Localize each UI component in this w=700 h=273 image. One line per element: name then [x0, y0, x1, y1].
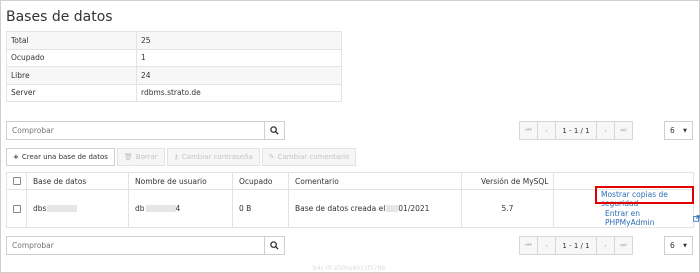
last-page-button[interactable]: ⏭: [614, 121, 633, 140]
search-icon: [270, 126, 279, 135]
column-header[interactable]: Versión de MySQL: [461, 173, 553, 189]
redacted-block: [386, 205, 399, 212]
trash-icon: 🗑: [123, 153, 133, 161]
first-page-button[interactable]: ⏮: [519, 236, 538, 255]
summary-table: Total 25 Ocupado 1 Libre 24 Server rdbms…: [6, 31, 342, 102]
summary-label: Libre: [6, 66, 137, 85]
prev-page-button[interactable]: ‹: [537, 121, 556, 140]
page-indicator: 1 - 1 / 1: [555, 121, 597, 140]
summary-label: Ocupado: [6, 48, 137, 67]
external-link-icon: [693, 214, 700, 222]
next-page-button[interactable]: ›: [596, 236, 615, 255]
mysql-version-cell: 5.7: [461, 190, 553, 227]
last-page-button[interactable]: ⏭: [614, 236, 633, 255]
change-password-label: Cambiar contraseña: [181, 153, 253, 161]
delete-label: Borrar: [135, 153, 158, 161]
phpmyadmin-label: Entrar en PHPMyAdmin: [605, 209, 655, 227]
column-header[interactable]: Base de datos: [26, 173, 128, 189]
summary-value: 24: [136, 66, 342, 85]
change-comment-button[interactable]: ✎ Cambiar comentario: [261, 148, 357, 166]
table-header: Base de datos Nombre de usuario Ocupado …: [7, 173, 693, 190]
action-toolbar: + Crear una base de datos 🗑 Borrar ⚷ Cam…: [6, 148, 358, 166]
page-size-select[interactable]: 6 ▼: [664, 121, 693, 140]
caret-down-icon: ▼: [683, 242, 687, 249]
summary-value: 25: [136, 31, 342, 50]
change-comment-label: Cambiar comentario: [277, 153, 350, 161]
chevron-right-icon: ›: [604, 241, 607, 250]
search-button[interactable]: [264, 121, 285, 140]
prev-page-button[interactable]: ‹: [537, 236, 556, 255]
plus-icon: +: [13, 153, 19, 161]
create-database-label: Crear una base de datos: [21, 153, 108, 161]
username-cell: db 4: [128, 190, 232, 227]
column-header[interactable]: Ocupado: [232, 173, 288, 189]
summary-row-free: Libre 24: [6, 66, 342, 85]
page-size-value: 6: [670, 126, 675, 135]
comment-cell: Base de datos creada el 01/2021: [288, 190, 461, 227]
search-bar-top: [6, 121, 285, 140]
change-password-button[interactable]: ⚷ Cambiar contraseña: [166, 148, 260, 166]
search-bar-bottom: [6, 236, 285, 255]
row-select-cell: [7, 190, 26, 227]
comment-icon: ✎: [268, 153, 275, 161]
chevron-left-icon: ‹: [545, 126, 548, 135]
comment-suffix: 01/2021: [398, 204, 430, 213]
chevron-right-icon: ›: [604, 126, 607, 135]
page-size-select[interactable]: 6 ▼: [664, 236, 693, 255]
last-page-icon: ⏭: [620, 126, 627, 134]
page-title: Bases de datos: [6, 9, 113, 25]
database-name: dbs: [33, 204, 47, 213]
summary-row-total: Total 25: [6, 31, 342, 50]
summary-label: Server: [6, 83, 137, 102]
search-input[interactable]: [6, 236, 264, 255]
select-all-checkbox[interactable]: [13, 177, 21, 185]
pagination-top: ⏮ ‹ 1 - 1 / 1 › ⏭: [519, 121, 633, 140]
database-name-cell: dbs: [26, 190, 128, 227]
summary-row-server: Server rdbms.strato.de: [6, 83, 342, 102]
summary-value: rdbms.strato.de: [136, 83, 342, 102]
first-page-icon: ⏮: [525, 241, 532, 249]
phpmyadmin-link[interactable]: Entrar en PHPMyAdmin: [605, 209, 700, 227]
first-page-button[interactable]: ⏮: [519, 121, 538, 140]
search-input[interactable]: [6, 121, 264, 140]
header-select-cell: [7, 173, 26, 189]
used-cell: 0 B: [232, 190, 288, 227]
summary-value: 1: [136, 48, 342, 67]
comment-prefix: Base de datos creada el: [295, 204, 386, 213]
footer-id: b4c 0f a50be8913f5788: [313, 265, 386, 272]
next-page-button[interactable]: ›: [596, 121, 615, 140]
username-suffix: 4: [175, 204, 181, 213]
redacted-block: [47, 205, 78, 212]
summary-label: Total: [6, 31, 137, 50]
first-page-icon: ⏮: [525, 126, 532, 134]
column-header[interactable]: Comentario: [288, 173, 461, 189]
delete-button[interactable]: 🗑 Borrar: [116, 148, 165, 166]
column-header[interactable]: Nombre de usuario: [128, 173, 232, 189]
row-checkbox[interactable]: [13, 204, 21, 213]
username: db: [135, 204, 145, 213]
caret-down-icon: ▼: [683, 127, 687, 134]
page-indicator: 1 - 1 / 1: [555, 236, 597, 255]
redacted-block: [145, 205, 176, 212]
database-table: Base de datos Nombre de usuario Ocupado …: [6, 172, 694, 228]
last-page-icon: ⏭: [620, 241, 627, 249]
page-size-value: 6: [670, 241, 675, 250]
summary-row-used: Ocupado 1: [6, 48, 342, 67]
highlight-box: [595, 186, 694, 204]
create-database-button[interactable]: + Crear una base de datos: [6, 148, 115, 166]
pagination-bottom: ⏮ ‹ 1 - 1 / 1 › ⏭: [519, 236, 633, 255]
chevron-left-icon: ‹: [545, 241, 548, 250]
search-icon: [270, 241, 279, 250]
search-button[interactable]: [264, 236, 285, 255]
table-row: dbs db 4 0 B Base de datos creada el 01/2…: [7, 190, 693, 227]
key-icon: ⚷: [173, 153, 179, 161]
